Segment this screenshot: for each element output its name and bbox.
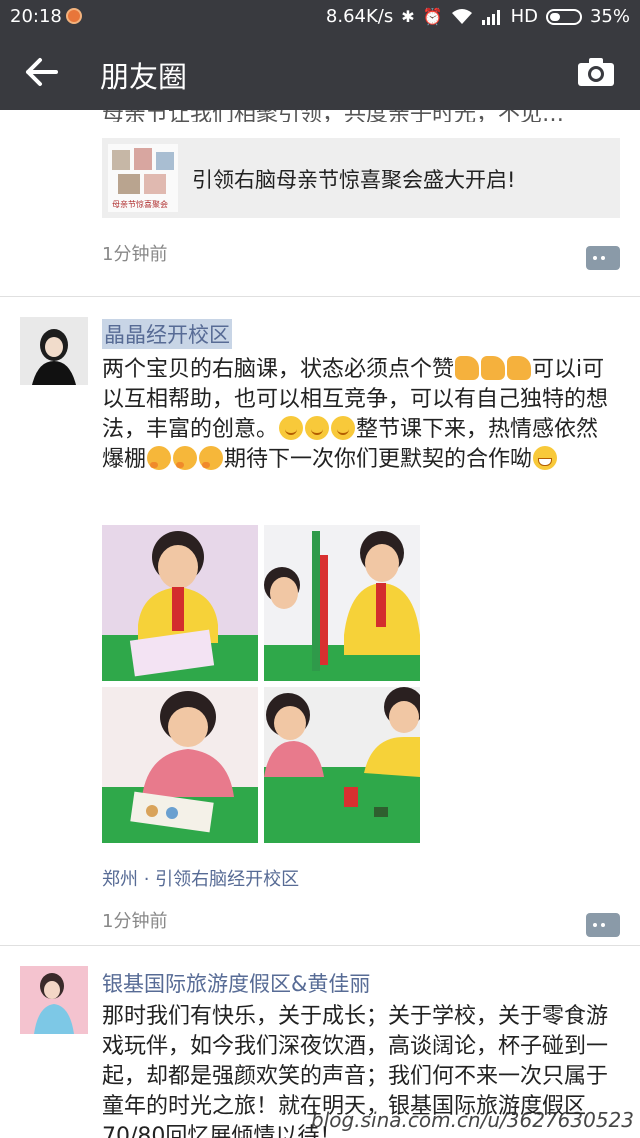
thumbs-up-icon	[507, 356, 532, 380]
post-text: 两个宝贝的右脑课，状态必须点个赞 可以i可以互相帮助，也可以相互竞争，可以有自己独…	[102, 355, 620, 475]
signal-icon	[481, 9, 500, 25]
page-title: 朋友圈	[100, 60, 188, 94]
avatar[interactable]	[20, 966, 88, 1034]
camera-icon[interactable]	[576, 56, 616, 88]
grin-icon	[533, 446, 558, 470]
smile-icon	[331, 416, 356, 440]
moment-post: 晶晶经开校区 两个宝贝的右脑课，状态必须点个赞 可以i可以互相帮助，也可以相互竞争…	[0, 297, 640, 945]
wifi-icon	[451, 8, 472, 24]
post-location[interactable]: 郑州 · 引领右脑经开校区	[102, 865, 299, 891]
comment-button[interactable]	[586, 246, 620, 270]
post-time: 1分钟前	[102, 244, 168, 265]
moment-post: 母亲节让我们相聚引领，共度亲子时光，不见… 母亲节惊喜聚会 引领右脑母亲节惊喜聚…	[0, 110, 640, 296]
post-text-part: 两个宝贝的右脑课，状态必须点个赞	[102, 357, 455, 382]
shared-link-card[interactable]: 母亲节惊喜聚会 引领右脑母亲节惊喜聚会盛大开启!	[102, 138, 620, 218]
hug-icon	[173, 446, 198, 470]
moments-feed[interactable]: 母亲节让我们相聚引领，共度亲子时光，不见… 母亲节惊喜聚会 引领右脑母亲节惊喜聚…	[0, 110, 640, 1138]
arrow-left-icon[interactable]	[22, 54, 62, 90]
post-photo[interactable]	[264, 525, 420, 681]
watermark: blog.sina.com.cn/u/3627630523	[311, 1108, 634, 1132]
battery-fill	[549, 12, 560, 21]
status-right: 8.64K/s ✱ ⏰ HD 35%	[326, 6, 630, 27]
post-photo[interactable]	[102, 525, 258, 681]
hug-icon	[199, 446, 224, 470]
bluetooth-icon: ✱	[401, 7, 415, 26]
nav-bar: 朋友圈	[0, 34, 640, 110]
post-time: 1分钟前	[102, 911, 168, 932]
status-bar: 20:18 8.64K/s ✱ ⏰ HD 35%	[0, 0, 640, 34]
post-text-fragment: 母亲节让我们相聚引领，共度亲子时光，不见…	[102, 110, 620, 122]
post-photo[interactable]	[102, 687, 258, 843]
post-photo[interactable]	[264, 687, 420, 843]
smile-icon	[279, 416, 304, 440]
battery-icon	[545, 8, 582, 25]
thumbs-up-icon	[481, 356, 506, 380]
net-speed: 8.64K/s	[325, 6, 394, 27]
comment-button[interactable]	[586, 913, 620, 937]
post-text-part: 期待下一次你们更默契的合作呦	[224, 447, 533, 472]
smile-icon	[305, 416, 330, 440]
share-thumb-caption: 母亲节惊喜聚会	[112, 200, 168, 209]
avatar[interactable]	[20, 317, 88, 385]
battery-percent: 35%	[589, 6, 630, 27]
share-title: 引领右脑母亲节惊喜聚会盛大开启!	[192, 168, 516, 192]
status-time: 20:18	[10, 6, 62, 27]
hug-icon	[147, 446, 172, 470]
app-notification-icon	[66, 8, 82, 24]
network-type: HD	[510, 6, 538, 27]
share-thumbnail: 母亲节惊喜聚会	[108, 144, 178, 212]
alarm-icon: ⏰	[422, 7, 443, 26]
poster-name[interactable]: 晶晶经开校区	[102, 319, 232, 349]
poster-name[interactable]: 银基国际旅游度假区&黄佳丽	[102, 968, 370, 998]
thumbs-up-icon	[455, 356, 480, 380]
